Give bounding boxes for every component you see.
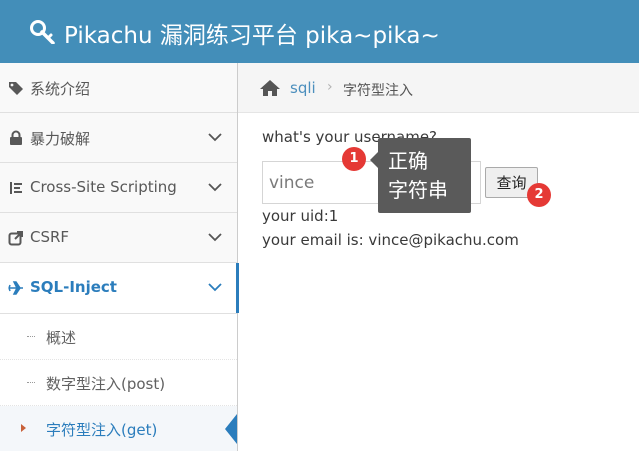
annotation-note: 正确 字符串	[370, 138, 471, 213]
breadcrumb: sqli › 字符型注入	[238, 63, 639, 113]
breadcrumb-current: 字符型注入	[343, 83, 413, 99]
annotation-note-line: 字符串	[388, 178, 448, 202]
sidebar: 系统介绍 暴力破解 Cross-Site Scripting CSRF SQL-…	[0, 63, 239, 451]
sidebar-item-label: Cross-Site Scripting	[30, 178, 177, 196]
chevron-down-icon	[208, 183, 222, 192]
sidebar-item-sql-inject[interactable]: SQL-Inject	[0, 263, 239, 314]
chevron-down-icon	[208, 283, 222, 292]
tree-connector	[27, 382, 35, 383]
share-square-icon	[8, 231, 23, 246]
chevron-down-icon	[208, 133, 222, 142]
key-icon	[30, 20, 55, 44]
sidebar-item-csrf[interactable]: CSRF	[0, 213, 237, 263]
submenu-item-label: 字符型注入(get)	[46, 421, 158, 439]
tree-connector	[27, 336, 35, 337]
breadcrumb-separator-icon: ›	[327, 79, 333, 95]
lock-icon	[10, 130, 22, 145]
sidebar-item-xss[interactable]: Cross-Site Scripting	[0, 163, 237, 213]
result-email: your email is: vince@pikachu.com	[262, 231, 519, 249]
home-icon	[260, 80, 280, 96]
sidebar-item-label: CSRF	[30, 228, 70, 246]
chevron-down-icon	[208, 233, 222, 242]
tags-icon	[9, 82, 23, 95]
caret-right-icon	[21, 424, 26, 432]
plane-icon	[8, 281, 23, 295]
result-uid: your uid:1	[262, 207, 339, 225]
sidebar-item-label: 系统介绍	[30, 80, 91, 98]
top-bar: Pikachu 漏洞练习平台 pika~pika~	[0, 0, 639, 63]
submenu-item-numeric-post[interactable]: 数字型注入(post)	[0, 360, 237, 406]
sidebar-item-label: SQL-Inject	[30, 278, 117, 296]
list-tree-icon	[10, 182, 22, 194]
active-pointer	[225, 414, 237, 444]
app-title: Pikachu 漏洞练习平台 pika~pika~	[64, 23, 440, 49]
annotation-note-line: 正确	[388, 149, 428, 173]
sidebar-item-label: 暴力破解	[30, 130, 91, 148]
submenu-item-overview[interactable]: 概述	[0, 314, 237, 360]
sidebar-item-brute-force[interactable]: 暴力破解	[0, 113, 237, 163]
submenu-item-label: 概述	[46, 329, 77, 347]
sidebar-item-intro[interactable]: 系统介绍	[0, 63, 237, 113]
annotation-badge-1: 1	[342, 147, 366, 171]
annotation-badge-2: 2	[527, 183, 551, 207]
submenu-item-string-get[interactable]: 字符型注入(get)	[0, 406, 237, 451]
breadcrumb-link-sqli[interactable]: sqli	[290, 79, 316, 97]
submenu-item-label: 数字型注入(post)	[46, 375, 166, 393]
